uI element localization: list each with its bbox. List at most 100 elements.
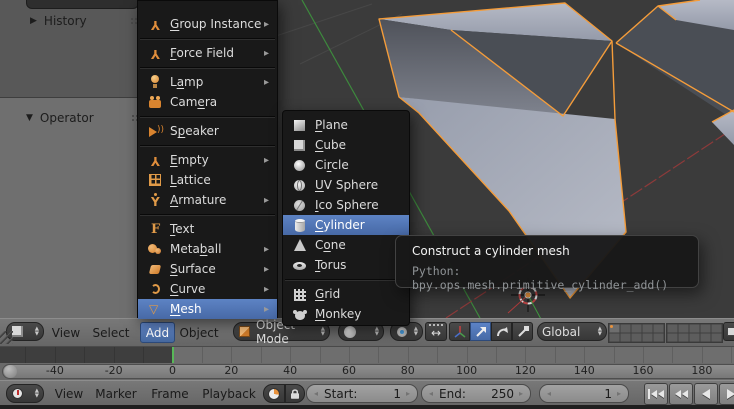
menu-item-text[interactable]: Text bbox=[138, 219, 277, 239]
prev-keyframe-button[interactable] bbox=[669, 383, 693, 405]
chevron-updown-icon: ▲▼ bbox=[414, 327, 418, 335]
history-panel-label: History bbox=[44, 14, 87, 28]
menu-select[interactable]: Select bbox=[84, 319, 138, 346]
editor-type-selector[interactable]: ▲▼ bbox=[6, 384, 44, 403]
layers-grid-left[interactable] bbox=[608, 323, 665, 343]
manipulator-toggle-button[interactable]: ↔ bbox=[425, 322, 447, 341]
end-frame-field[interactable]: ◂ End: 250 ▸ bbox=[421, 384, 531, 403]
layer-toggle[interactable] bbox=[609, 324, 620, 333]
layer-toggle[interactable] bbox=[700, 333, 711, 342]
menu-view[interactable]: View bbox=[50, 381, 88, 406]
partial-button[interactable] bbox=[723, 322, 734, 341]
uv-sphere-icon bbox=[292, 178, 308, 193]
mesh-icon bbox=[147, 302, 163, 317]
menu-item-group-instance[interactable]: Group Instance▸ bbox=[138, 14, 277, 34]
layer-toggle[interactable] bbox=[631, 324, 642, 333]
area-resize-grip[interactable] bbox=[0, 331, 13, 344]
menu-item-ico-sphere[interactable]: Ico Sphere bbox=[283, 195, 409, 215]
timeline-ruler[interactable]: -40-20020406080100120140160180 bbox=[0, 363, 734, 380]
layer-toggle[interactable] bbox=[667, 324, 678, 333]
layer-toggle[interactable] bbox=[678, 324, 689, 333]
menu-frame[interactable]: Frame bbox=[144, 381, 196, 406]
end-label: End: bbox=[439, 387, 466, 401]
layer-toggle[interactable] bbox=[653, 333, 664, 342]
menu-item-torus[interactable]: Torus bbox=[283, 255, 409, 275]
current-frame-line[interactable] bbox=[172, 346, 174, 364]
text-icon bbox=[147, 222, 163, 237]
layer-toggle[interactable] bbox=[653, 324, 664, 333]
layer-toggle[interactable] bbox=[700, 324, 711, 333]
play-button[interactable] bbox=[719, 383, 734, 405]
layer-toggle[interactable] bbox=[620, 324, 631, 333]
manipulator-center[interactable] bbox=[526, 293, 530, 297]
layer-toggle[interactable] bbox=[667, 333, 678, 342]
layer-toggle[interactable] bbox=[689, 333, 700, 342]
menu-marker[interactable]: Marker bbox=[88, 381, 144, 406]
layers-grid-right[interactable] bbox=[666, 323, 723, 343]
layer-toggle[interactable] bbox=[689, 324, 700, 333]
menu-item-metaball[interactable]: Metaball▸ bbox=[138, 239, 277, 259]
menu-item-armature[interactable]: Armature▸ bbox=[138, 190, 277, 210]
layer-toggle[interactable] bbox=[678, 333, 689, 342]
use-preview-range-button[interactable] bbox=[263, 384, 285, 403]
decrement-arrow-icon[interactable]: ◂ bbox=[547, 389, 551, 398]
scale-arrow-icon bbox=[516, 325, 530, 339]
menu-add[interactable]: Add bbox=[140, 322, 175, 343]
layer-toggle[interactable] bbox=[711, 324, 722, 333]
menu-item-speaker[interactable]: Speaker bbox=[138, 121, 277, 141]
timeline-editor-icon bbox=[11, 387, 25, 401]
scale-manipulator-button[interactable] bbox=[512, 322, 533, 341]
menu-object[interactable]: Object bbox=[173, 319, 225, 346]
history-panel-header[interactable]: ▶ History bbox=[30, 14, 87, 28]
menu-item-force-field[interactable]: Force Field▸ bbox=[138, 43, 277, 63]
transform-orientation-dropdown[interactable]: Global ▲▼ bbox=[537, 322, 607, 341]
layer-toggle[interactable] bbox=[620, 333, 631, 342]
current-frame-field[interactable]: ◂ 1 ▸ bbox=[539, 384, 629, 403]
menu-playback[interactable]: Playback bbox=[196, 381, 262, 406]
scrollbar-end-knob[interactable] bbox=[4, 365, 17, 378]
increment-arrow-icon[interactable]: ▸ bbox=[406, 389, 410, 398]
lock-time-cursor-button[interactable] bbox=[285, 384, 305, 403]
manipulator-axes-button[interactable] bbox=[449, 322, 470, 341]
menu-item-empty[interactable]: Empty▸ bbox=[138, 150, 277, 170]
menu-item-monkey[interactable]: Monkey bbox=[283, 304, 409, 324]
operator-panel-header[interactable]: ▼ Operator bbox=[26, 111, 94, 125]
decrement-arrow-icon[interactable]: ◂ bbox=[314, 389, 318, 398]
jump-to-start-button[interactable] bbox=[644, 383, 668, 405]
translate-manipulator-button[interactable] bbox=[470, 322, 491, 341]
menu-item-cone[interactable]: Cone bbox=[283, 235, 409, 255]
ruler-tick-label: 60 bbox=[342, 364, 356, 377]
grid-icon bbox=[292, 287, 308, 302]
decrement-arrow-icon[interactable]: ◂ bbox=[429, 389, 433, 398]
layer-toggle[interactable] bbox=[609, 333, 620, 342]
menu-item-label: Torus bbox=[315, 258, 346, 272]
menu-item-camera[interactable]: Camera bbox=[138, 92, 277, 112]
shading-sphere-icon bbox=[343, 325, 357, 339]
increment-arrow-icon[interactable]: ▸ bbox=[617, 389, 621, 398]
layer-toggle[interactable] bbox=[642, 333, 653, 342]
tool-shelf-button-partial[interactable] bbox=[26, 0, 139, 9]
ruler-tick-label: 80 bbox=[401, 364, 415, 377]
menu-item-uv-sphere[interactable]: UV Sphere bbox=[283, 175, 409, 195]
timeline-frames-strip[interactable] bbox=[0, 345, 734, 364]
layer-toggle[interactable] bbox=[642, 324, 653, 333]
layer-toggle[interactable] bbox=[631, 333, 642, 342]
menu-separator bbox=[138, 63, 277, 72]
menu-item-cube[interactable]: Cube bbox=[283, 135, 409, 155]
increment-arrow-icon[interactable]: ▸ bbox=[519, 389, 523, 398]
menu-view[interactable]: View bbox=[48, 319, 84, 346]
menu-item-lattice[interactable]: Lattice bbox=[138, 170, 277, 190]
play-reverse-button[interactable] bbox=[694, 383, 718, 405]
menu-item-curve[interactable]: Curve▸ bbox=[138, 279, 277, 299]
menu-item-grid[interactable]: Grid bbox=[283, 284, 409, 304]
layer-toggle[interactable] bbox=[711, 333, 722, 342]
menu-item-plane[interactable]: Plane bbox=[283, 115, 409, 135]
menu-item-surface[interactable]: Surface▸ bbox=[138, 259, 277, 279]
prev-keyframe-icon bbox=[682, 390, 688, 398]
menu-item-lamp[interactable]: Lamp▸ bbox=[138, 72, 277, 92]
menu-item-mesh[interactable]: Mesh▸ bbox=[138, 299, 277, 319]
menu-item-circle[interactable]: Circle bbox=[283, 155, 409, 175]
rotate-manipulator-button[interactable] bbox=[491, 322, 512, 341]
menu-item-cylinder[interactable]: Cylinder bbox=[283, 215, 409, 235]
start-frame-field[interactable]: ◂ Start: 1 ▸ bbox=[306, 384, 418, 403]
